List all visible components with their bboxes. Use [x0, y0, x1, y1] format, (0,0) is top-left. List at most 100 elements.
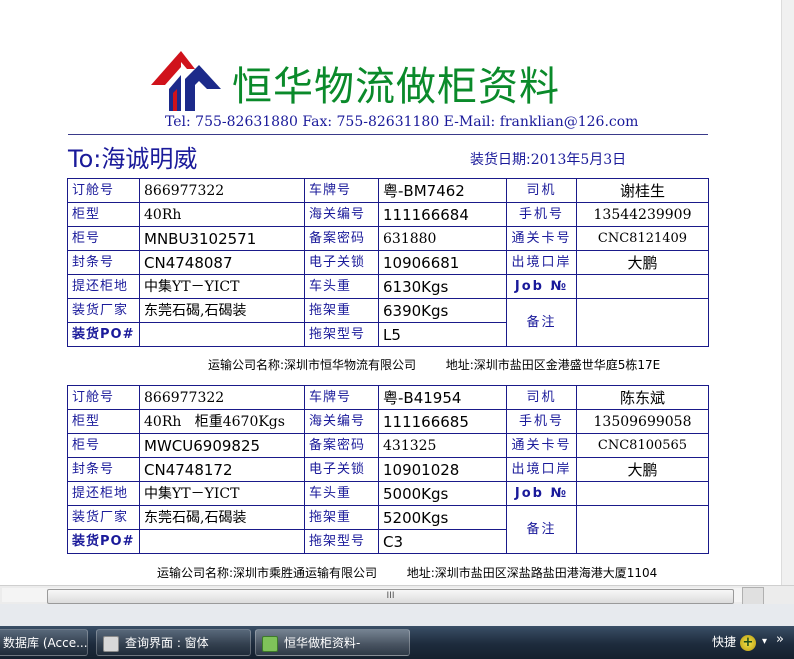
value-mobile: 13509699058 — [576, 409, 709, 434]
label-trailer-model: 拖架型号 — [304, 322, 379, 347]
value-remarks — [576, 505, 709, 554]
label-plate-no: 车牌号 — [304, 385, 379, 410]
value-record-password: 431325 — [378, 433, 507, 458]
taskbar-item-query-form[interactable]: 查询界面 : 窗体 — [96, 629, 251, 656]
label-job-no: Job № — [506, 274, 577, 299]
value-pickup-place: 中集YT－YICT — [139, 481, 305, 506]
label-job-no: Job № — [506, 481, 577, 506]
table-row: 柜型 40Rh 柜重4670Kgs 海关编号 111166685 手机号 135… — [67, 409, 709, 434]
form-window-icon — [103, 635, 119, 652]
value-truck-weight: 6130Kgs — [378, 274, 507, 299]
value-pass-card: CNC8121409 — [576, 226, 709, 251]
value-truck-weight: 5000Kgs — [378, 481, 507, 506]
label-order-no: 订舱号 — [67, 178, 140, 203]
label-loading-po: 装货PO# — [67, 322, 140, 347]
company-title: 恒华物流做柜资料 — [232, 64, 560, 110]
label-exit-port: 出境口岸 — [506, 250, 577, 275]
report-page: 恒华物流做柜资料 Tel: 755-82631880 Fax: 755-8263… — [0, 0, 782, 585]
value-record-password: 631880 — [378, 226, 507, 251]
table-row: 柜号 MNBU3102571 备案密码 631880 通关卡号 CNC81214… — [67, 226, 709, 251]
label-pickup-place: 提还柜地 — [67, 481, 140, 506]
table-row: 封条号 CN4748087 电子关锁 10906681 出境口岸 大鹏 — [67, 250, 709, 275]
table-row: 提还柜地 中集YT－YICT 车头重 5000Kgs Job № — [67, 481, 709, 506]
value-mobile: 13544239909 — [576, 202, 709, 227]
label-remarks: 备注 — [506, 505, 577, 554]
value-trailer-weight: 6390Kgs — [378, 298, 507, 323]
transport-company-label: 运输公司名称: — [157, 566, 234, 580]
value-order-no: 866977322 — [139, 178, 305, 203]
report-icon — [262, 635, 278, 652]
table-row: 柜号 MWCU6909825 备案密码 431325 通关卡号 CNC81005… — [67, 433, 709, 458]
label-customs-no: 海关编号 — [304, 202, 379, 227]
value-loading-factory: 东莞石碣,石碣装 — [139, 505, 305, 530]
label-container-type: 柜型 — [67, 202, 140, 227]
label-trailer-weight: 拖架重 — [304, 298, 379, 323]
horizontal-scrollbar[interactable]: III — [0, 585, 794, 605]
table-row: 柜型 40Rh 海关编号 111166684 手机号 13544239909 — [67, 202, 709, 227]
taskbar: 数据库 (Acce... 查询界面 : 窗体 恒华做柜资料- 快捷 + ▾ » — [0, 626, 794, 659]
taskbar-item-label: 数据库 (Acce... — [3, 636, 88, 650]
value-remarks — [576, 298, 709, 347]
table-row: 提还柜地 中集YT－YICT 车头重 6130Kgs Job № — [67, 274, 709, 299]
address-label: 地址: — [406, 566, 435, 580]
taskbar-item-access-database[interactable]: 数据库 (Acce... — [0, 629, 88, 656]
value-driver: 陈东斌 — [576, 385, 709, 410]
label-container-type: 柜型 — [67, 409, 140, 434]
value-job-no — [576, 274, 709, 299]
record-table-2: 订舱号 866977322 车牌号 粤-B41954 司机 陈东斌 柜型 40R… — [67, 385, 709, 554]
label-mobile: 手机号 — [506, 202, 577, 227]
transport-company-value: 深圳市乘胜通运输有限公司 — [233, 566, 378, 580]
dropdown-arrow-icon[interactable]: ▾ — [762, 636, 767, 647]
table-row: 装货厂家 东莞石碣,石碣装 拖架重 5200Kgs 备注 — [67, 505, 709, 554]
value-pickup-place: 中集YT－YICT — [139, 274, 305, 299]
contact-line: Tel: 755-82631880 Fax: 755-82631180 E-Ma… — [165, 114, 639, 130]
vertical-scrollbar[interactable] — [781, 0, 794, 585]
label-container-no: 柜号 — [67, 226, 140, 251]
add-shortcut-icon[interactable]: + — [740, 635, 756, 651]
transport-footer-2: 运输公司名称:深圳市乘胜通运输有限公司 地址:深圳市盐田区深盐路盐田港海港大厦1… — [157, 564, 657, 581]
label-pass-card: 通关卡号 — [506, 226, 577, 251]
horizontal-scrollbar-thumb[interactable]: III — [47, 589, 734, 604]
horizontal-scrollbar-track[interactable]: III — [2, 588, 752, 604]
value-loading-po — [139, 529, 305, 554]
status-strip — [0, 604, 794, 626]
value-order-no: 866977322 — [139, 385, 305, 410]
record-table-1: 订舱号 866977322 车牌号 粤-BM7462 司机 谢桂生 柜型 40R… — [67, 178, 709, 347]
label-pickup-place: 提还柜地 — [67, 274, 140, 299]
ship-date-label: 装货日期: — [470, 152, 531, 168]
label-e-lock: 电子关锁 — [304, 250, 379, 275]
scrollbar-corner — [742, 587, 764, 605]
table-row: 订舱号 866977322 车牌号 粤-B41954 司机 陈东斌 — [67, 385, 709, 410]
transport-company-value: 深圳市恒华物流有限公司 — [284, 358, 417, 372]
label-driver: 司机 — [506, 178, 577, 203]
label-truck-weight: 车头重 — [304, 481, 379, 506]
label-record-password: 备案密码 — [304, 226, 379, 251]
address-label: 地址: — [445, 358, 474, 372]
ship-date-value: 2013年5月3日 — [530, 152, 627, 168]
value-trailer-model: L5 — [378, 322, 507, 347]
label-record-password: 备案密码 — [304, 433, 379, 458]
address-value: 深圳市盐田区深盐路盐田港海港大厦1104 — [434, 566, 658, 580]
value-loading-po — [139, 322, 305, 347]
label-remarks: 备注 — [506, 298, 577, 347]
value-e-lock: 10906681 — [378, 250, 507, 275]
company-logo-icon — [151, 51, 221, 111]
value-container-no: MNBU3102571 — [139, 226, 305, 251]
label-loading-factory: 装货厂家 — [67, 298, 140, 323]
label-seal-no: 封条号 — [67, 457, 140, 482]
value-container-type: 40Rh — [139, 202, 305, 227]
table-row: 订舱号 866977322 车牌号 粤-BM7462 司机 谢桂生 — [67, 178, 709, 203]
label-trailer-weight: 拖架重 — [304, 505, 379, 530]
taskbar-item-report[interactable]: 恒华做柜资料- — [255, 629, 410, 656]
value-exit-port: 大鹏 — [576, 457, 709, 482]
value-container-no: MWCU6909825 — [139, 433, 305, 458]
taskbar-item-label: 查询界面 : 窗体 — [125, 636, 209, 650]
more-icon[interactable]: » — [776, 632, 784, 647]
label-pass-card: 通关卡号 — [506, 433, 577, 458]
value-exit-port: 大鹏 — [576, 250, 709, 275]
label-trailer-model: 拖架型号 — [304, 529, 379, 554]
label-order-no: 订舱号 — [67, 385, 140, 410]
recipient-line: To:海诚明威 — [68, 145, 198, 173]
value-job-no — [576, 481, 709, 506]
label-exit-port: 出境口岸 — [506, 457, 577, 482]
